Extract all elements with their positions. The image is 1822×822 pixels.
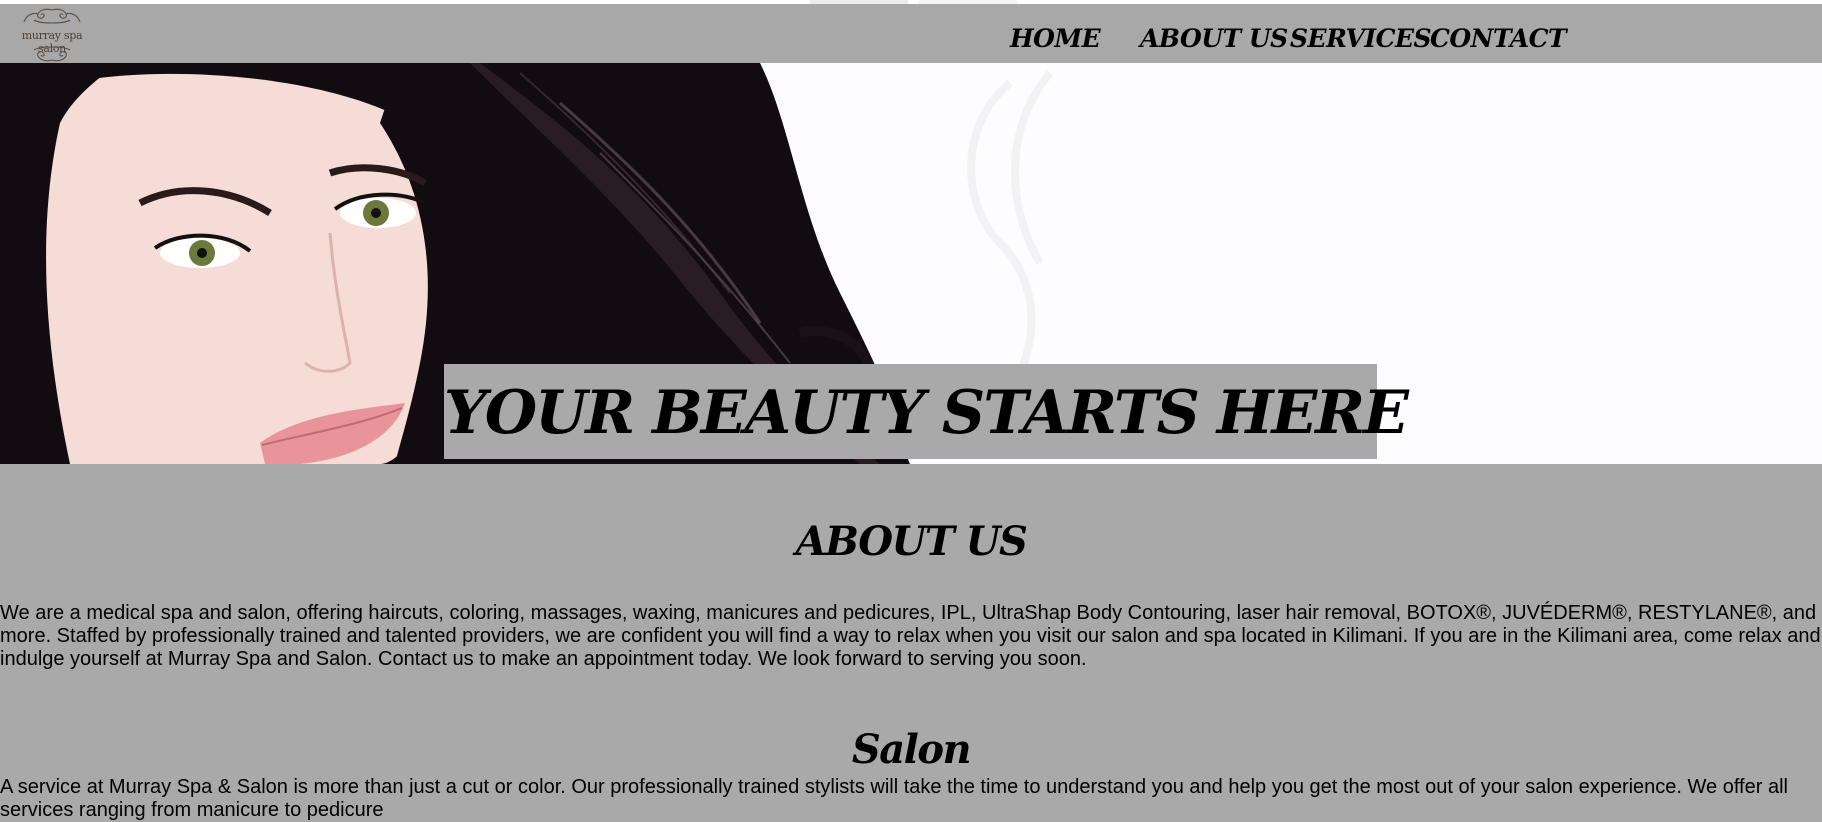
nav-item-services[interactable]: SERVICES <box>1290 24 1432 53</box>
salon-paragraph: A service at Murray Spa & Salon is more … <box>0 776 1788 821</box>
site-logo[interactable]: murray spa salon <box>14 6 90 64</box>
tagline-banner: YOUR BEAUTY STARTS HERE <box>444 364 1409 459</box>
logo-text: murray spa salon <box>21 29 83 55</box>
about-paragraph: We are a medical spa and salon, offering… <box>0 602 1821 670</box>
about-heading: ABOUT US <box>795 518 1028 565</box>
salon-heading: Salon <box>851 726 972 773</box>
nav-item-about-us[interactable]: ABOUT US <box>1140 24 1288 53</box>
hero-tagline: YOUR BEAUTY STARTS HERE <box>444 378 1409 448</box>
site-header: murray spa salon HOME ABOUT US SERVICES … <box>0 4 1822 63</box>
hero-banner: YOUR BEAUTY STARTS HERE <box>0 63 1822 464</box>
nav-item-contact[interactable]: CONTACT <box>1430 24 1567 53</box>
nav-item-home[interactable]: HOME <box>1010 24 1101 53</box>
